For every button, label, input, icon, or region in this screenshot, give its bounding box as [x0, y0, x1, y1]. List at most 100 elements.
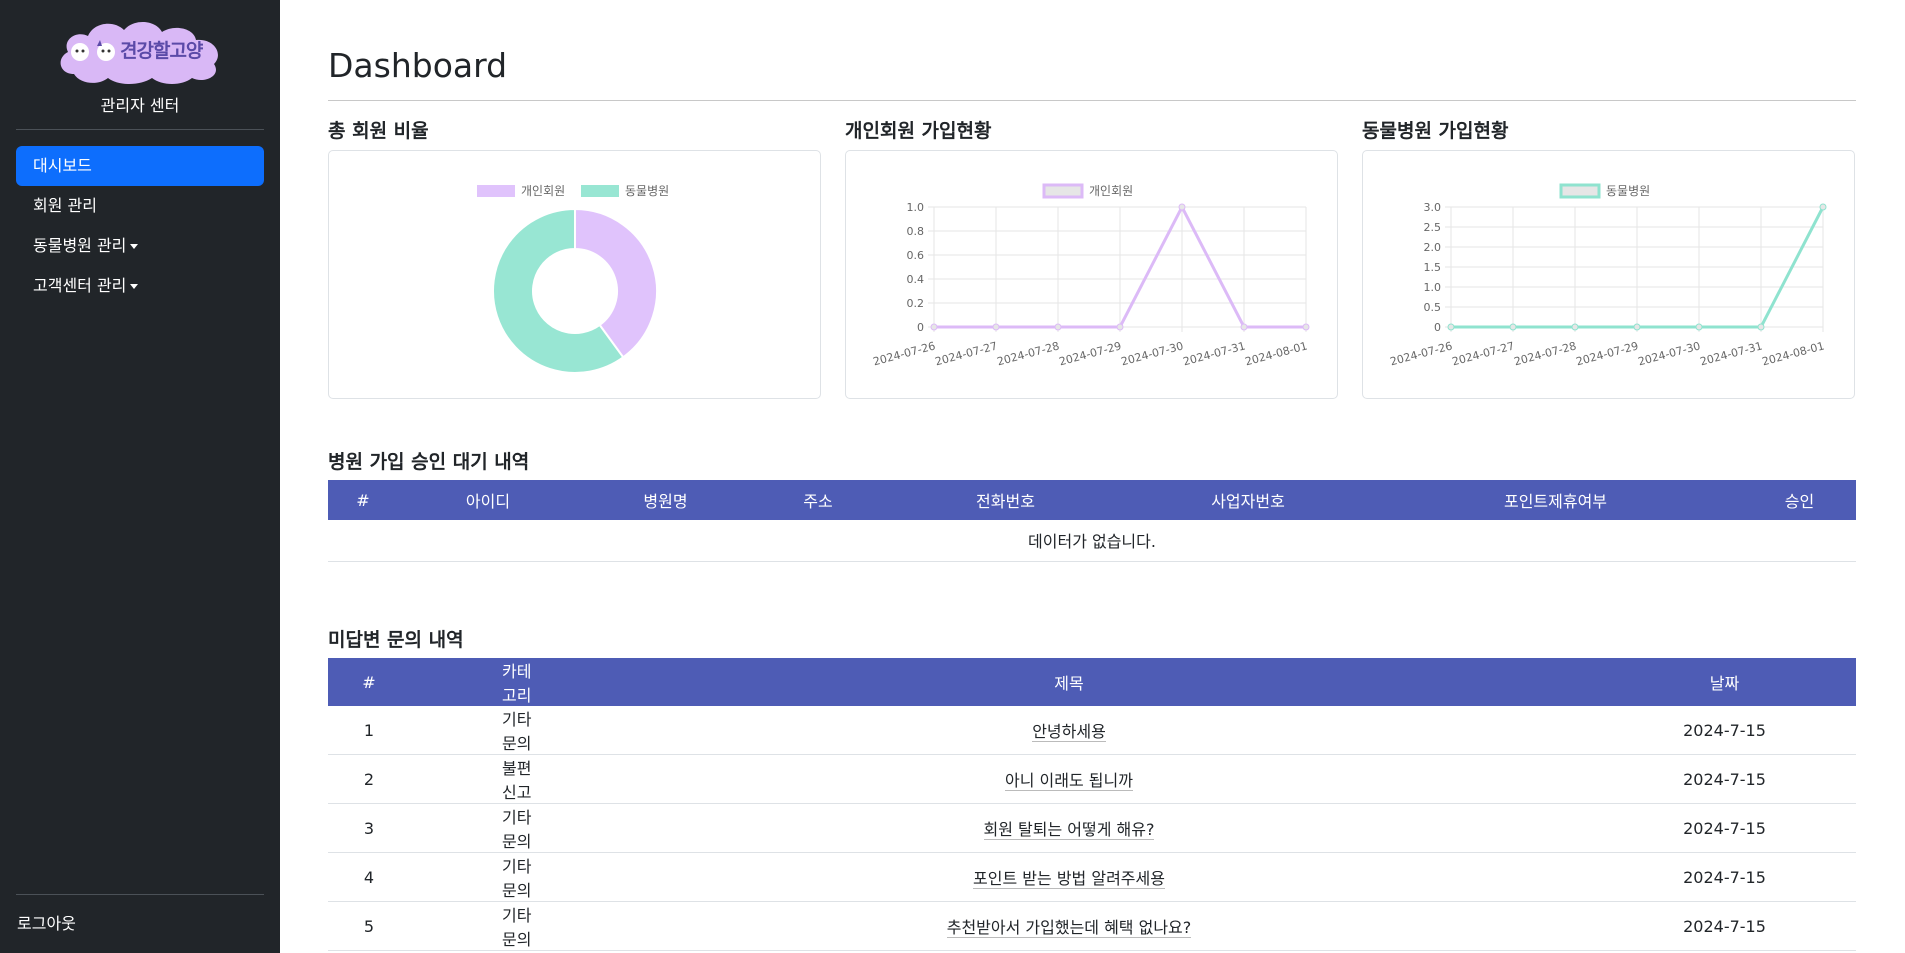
data-point: [930, 323, 938, 331]
x-tick-label: 2024-07-28: [996, 339, 1061, 368]
col-header: 사업자번호: [1211, 492, 1285, 511]
sidebar-divider-bottom: [16, 894, 264, 895]
data-point: [1819, 203, 1827, 211]
data-point: [1240, 323, 1248, 331]
legend-label: 개인회원: [1089, 184, 1133, 198]
table-header-row: # 아이디 병원명 주소 전화번호 사업자번호 포인트제휴여부 승인: [328, 480, 1856, 520]
col-header: #: [356, 490, 370, 510]
y-tick-label: 0: [917, 321, 924, 334]
inquiry-title-link[interactable]: 회원 탈퇴는 어떻게 해유?: [983, 820, 1155, 840]
nav-label: 대시보드: [33, 156, 92, 175]
unanswered-inquiries-table: # 카테고리 제목 날짜 1 기타문의 안녕하세용 2024-7-15 2 불편신고 아니 …: [328, 658, 1856, 951]
inquiry-title-link[interactable]: 아니 이래도 됩니까: [1005, 771, 1133, 791]
nav-item-hospitals[interactable]: 동물병원 관리: [16, 226, 264, 266]
table-row: 5 기타문의 추천받아서 가입했는데 혜택 없나요? 2024-7-15: [328, 902, 1856, 951]
data-point: [1509, 323, 1517, 331]
nav-item-dashboard[interactable]: 대시보드: [16, 146, 264, 186]
y-tick-label: 3.0: [1424, 201, 1442, 214]
table-row: 2 불편신고 아니 이래도 됩니까 2024-7-15: [328, 755, 1856, 804]
data-point: [1633, 323, 1641, 331]
y-tick-label: 0.8: [907, 225, 925, 238]
sidebar-divider: [16, 129, 264, 130]
inquiry-title-cell: 안녕하세용: [545, 706, 1593, 755]
y-tick-label: 2.0: [1424, 241, 1442, 254]
inquiry-category: 기타문의: [502, 906, 532, 949]
caret-down-icon: [130, 284, 139, 289]
data-point: [1116, 323, 1124, 331]
col-header: 카테고리: [502, 662, 532, 705]
admin-center-label: 관리자 센터: [100, 96, 180, 115]
inquiry-title-cell: 포인트 받는 방법 알려주세용: [545, 853, 1593, 902]
col-header: 제목: [1054, 674, 1084, 693]
inquiry-category: 기타문의: [502, 857, 532, 900]
data-point: [1178, 203, 1186, 211]
x-tick-label: 2024-07-28: [1513, 339, 1578, 368]
x-tick-label: 2024-07-26: [872, 339, 937, 368]
nav-label: 회원 관리: [33, 196, 97, 215]
legend-swatch: [581, 185, 619, 197]
inquiry-date: 2024-7-15: [1683, 867, 1766, 887]
x-tick-label: 2024-07-30: [1120, 339, 1185, 368]
col-header: 아이디: [465, 492, 511, 511]
x-tick-label: 2024-08-01: [1244, 339, 1309, 368]
table-row: 1 기타문의 안녕하세용 2024-7-15: [328, 706, 1856, 755]
doughnut-chart-card: 개인회원 동물병원: [328, 150, 821, 399]
inquiry-title-cell: 추천받아서 가입했는데 혜택 없나요?: [545, 902, 1593, 951]
pending-approval-table: # 아이디 병원명 주소 전화번호 사업자번호 포인트제휴여부 승인 데이터가 …: [328, 480, 1856, 562]
nav-item-members[interactable]: 회원 관리: [16, 186, 264, 226]
inquiry-no: 2: [363, 769, 375, 789]
hospital-line-chart: 동물병원00.51.01.52.02.53.02024-07-262024-07…: [1389, 183, 1827, 368]
inquiry-category: 기타문의: [502, 710, 532, 753]
nav-label: 동물병원 관리: [33, 236, 127, 255]
nav-item-support[interactable]: 고객센터 관리: [16, 266, 264, 306]
x-tick-label: 2024-08-01: [1761, 339, 1826, 368]
inquiry-title-link[interactable]: 안녕하세용: [1032, 722, 1106, 742]
brand: 견강할고양 관리자 센터: [0, 14, 280, 116]
title-divider: [328, 100, 1856, 101]
inquiry-no: 5: [363, 916, 375, 936]
y-tick-label: 0.6: [907, 249, 925, 262]
sidebar: 견강할고양 관리자 센터 대시보드 회원 관리 동물병원 관리 고객센터 관리 …: [0, 0, 280, 953]
pending-approval-title: 병원 가입 승인 대기 내역: [328, 451, 530, 473]
logout-link[interactable]: 로그아웃: [17, 910, 76, 934]
inquiry-date: 2024-7-15: [1683, 769, 1766, 789]
inquiry-date: 2024-7-15: [1683, 720, 1766, 740]
y-tick-label: 0.5: [1424, 301, 1442, 314]
y-tick-label: 1.0: [907, 201, 925, 214]
data-point: [1757, 323, 1765, 331]
data-point: [1302, 323, 1310, 331]
data-point: [1695, 323, 1703, 331]
y-tick-label: 0: [1434, 321, 1441, 334]
table-row: 데이터가 없습니다.: [328, 520, 1856, 561]
x-tick-label: 2024-07-29: [1575, 339, 1640, 368]
inquiry-title-link[interactable]: 추천받아서 가입했는데 혜택 없나요?: [946, 918, 1192, 938]
inquiry-title-cell: 아니 이래도 됩니까: [545, 755, 1593, 804]
total-ratio-title: 총 회원 비율: [328, 120, 429, 142]
y-tick-label: 1.5: [1424, 261, 1442, 274]
inquiry-date: 2024-7-15: [1683, 818, 1766, 838]
inquiry-date: 2024-7-15: [1683, 916, 1766, 936]
col-header: #: [362, 672, 376, 692]
col-header: 승인: [1784, 492, 1815, 511]
logo[interactable]: 견강할고양: [54, 14, 226, 86]
data-point: [992, 323, 1000, 331]
personal-line-chart: 개인회원 0 0.2 0.4 0.6 0.8 1.0 2024-07-262024-07-27…: [872, 183, 1310, 368]
hospital-signup-title: 동물병원 가입현황: [1362, 120, 1509, 142]
x-tick-label: 2024-07-31: [1699, 339, 1764, 368]
table-header-row: # 카테고리 제목 날짜: [328, 658, 1856, 706]
inquiry-no: 4: [363, 867, 375, 887]
data-point: [1054, 323, 1062, 331]
legend-swatch: [1042, 183, 1084, 199]
hospital-line-chart-card: 동물병원 0 0.5 1.0 1.5 2.0 2.5 3.0 2024-07-26 2024-07…: [1362, 150, 1855, 399]
logo-text: 견강할고양: [120, 40, 203, 62]
y-tick-label: 1.0: [1424, 281, 1442, 294]
inquiry-title-cell: 회원 탈퇴는 어떻게 해유?: [545, 804, 1593, 853]
personal-line-chart-card: 개인회원 0 0.2 0.4 0.6 0.8 1.0 2024-07-26 2024-07-27…: [845, 150, 1338, 399]
x-tick-label: 2024-07-27: [1451, 339, 1516, 368]
data-point: [1571, 323, 1579, 331]
table-row: 3 기타문의 회원 탈퇴는 어떻게 해유? 2024-7-15: [328, 804, 1856, 853]
x-tick-label: 2024-07-26: [1389, 339, 1454, 368]
table-row: 4 기타문의 포인트 받는 방법 알려주세용 2024-7-15: [328, 853, 1856, 902]
col-header: 날짜: [1709, 674, 1740, 693]
inquiry-title-link[interactable]: 포인트 받는 방법 알려주세용: [973, 869, 1165, 889]
